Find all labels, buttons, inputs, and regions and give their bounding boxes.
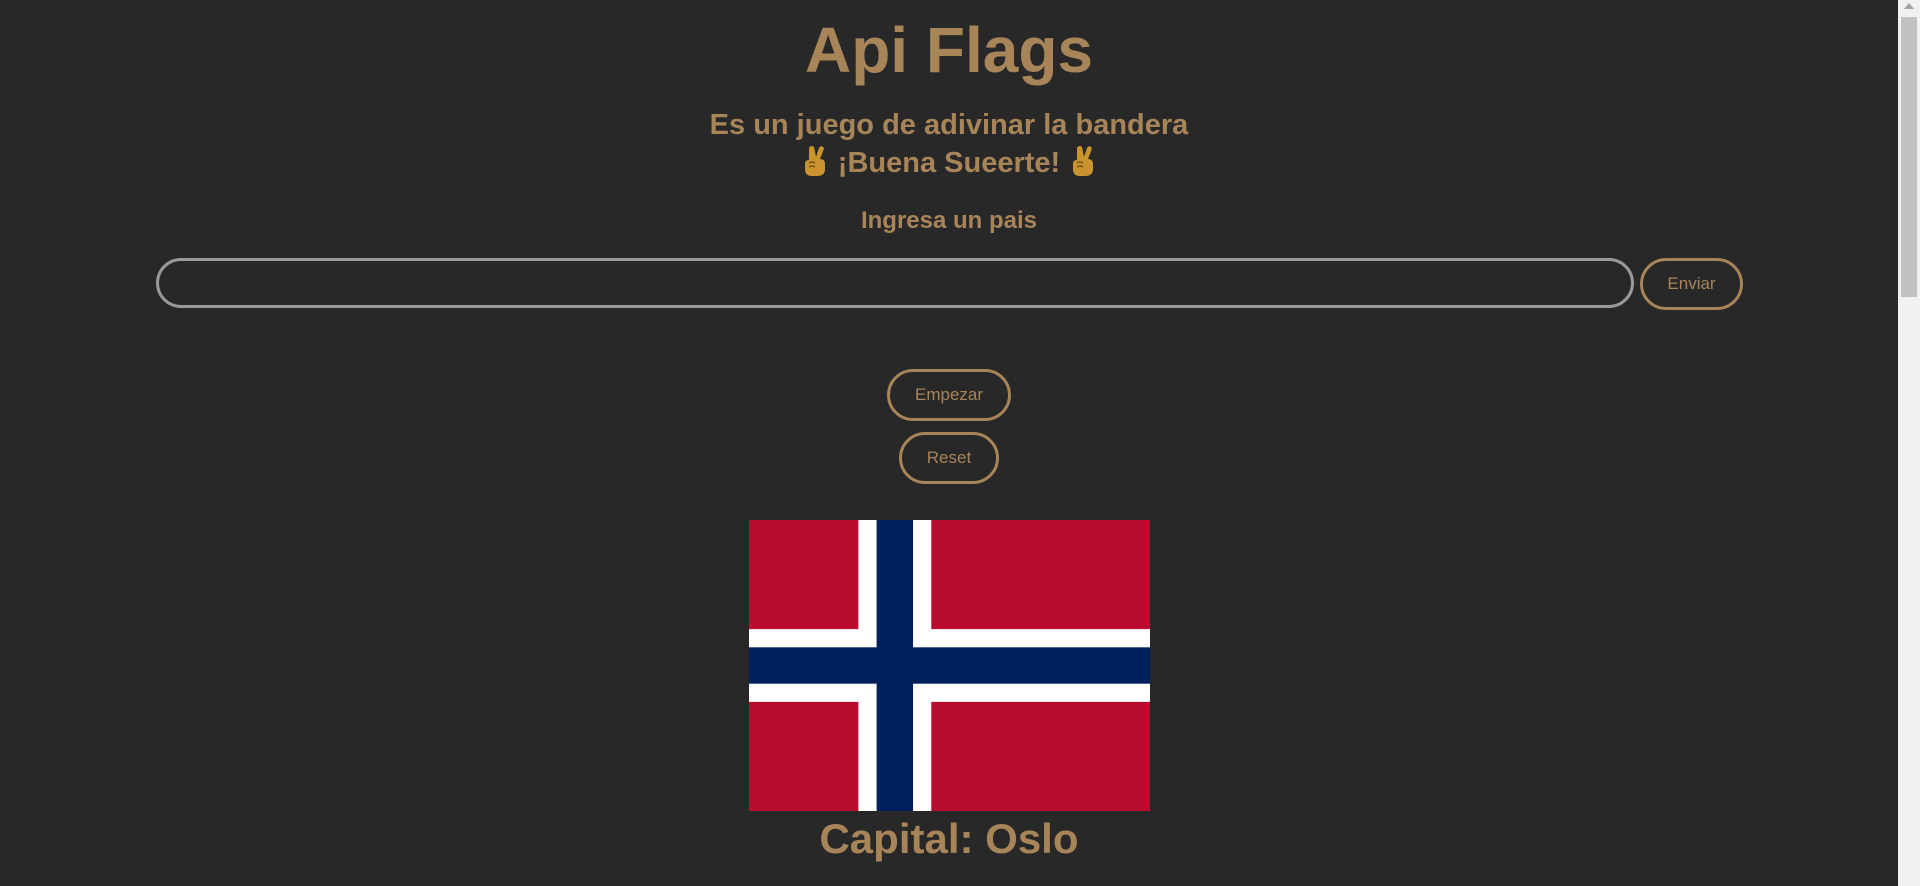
norway-flag-icon: [749, 520, 1150, 811]
scroll-up-icon[interactable]: [1904, 3, 1914, 9]
country-flag: [749, 520, 1150, 811]
capital-label: Capital: Oslo: [819, 815, 1079, 862]
good-luck-text: ¡Buena Sueerte!: [837, 147, 1061, 179]
game-page: Api Flags Es un juego de adivinar la ban…: [0, 0, 1898, 886]
start-button[interactable]: Empezar: [887, 369, 1011, 421]
country-input[interactable]: [156, 258, 1634, 308]
page-title: Api Flags: [804, 14, 1094, 86]
send-button[interactable]: Enviar: [1640, 258, 1743, 310]
reset-button[interactable]: Reset: [899, 432, 999, 484]
crossed-fingers-icon: [804, 146, 825, 176]
input-prompt: Ingresa un pais: [860, 207, 1038, 234]
scrollbar-thumb[interactable]: [1901, 17, 1917, 297]
guess-form: Enviar: [156, 258, 1743, 310]
subtitle-line: Es un juego de adivinar la bandera: [709, 109, 1189, 141]
vertical-scrollbar[interactable]: [1898, 0, 1920, 886]
game-description: Es un juego de adivinar la bandera ¡Buen…: [0, 106, 1898, 182]
good-luck-line: ¡Buena Sueerte!: [0, 144, 1898, 182]
crossed-fingers-icon: [1073, 146, 1094, 176]
